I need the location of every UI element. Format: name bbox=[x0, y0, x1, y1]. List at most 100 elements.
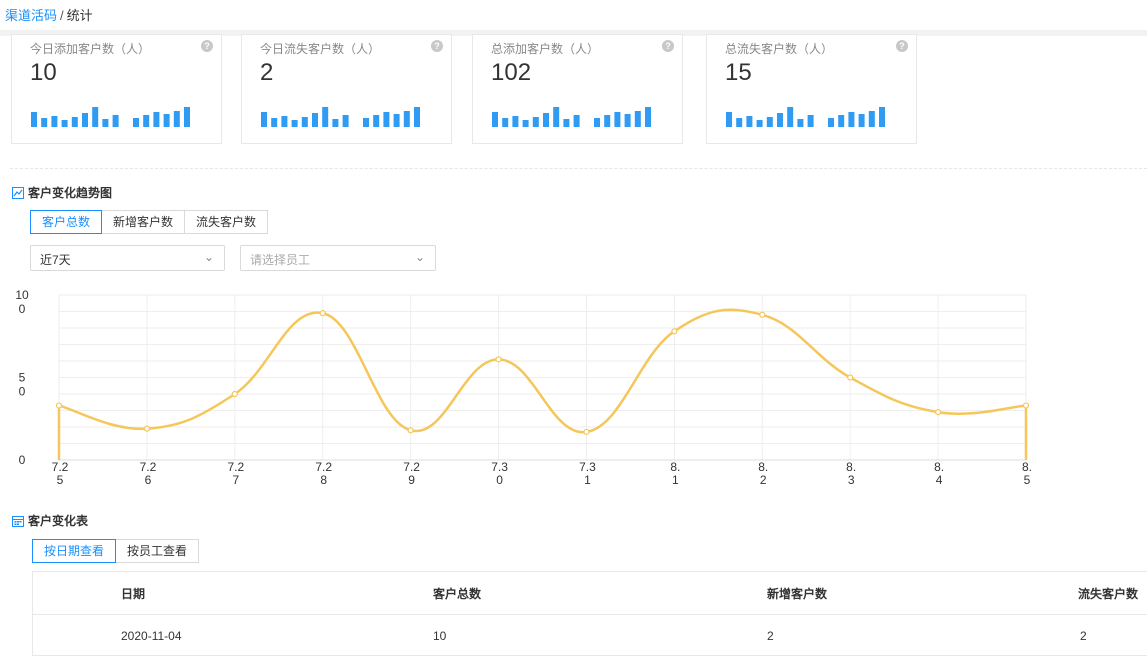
mini-bar bbox=[173, 111, 180, 127]
breadcrumb: 渠道活码 / 统计 bbox=[5, 5, 93, 24]
column-header-new: 新增客户数 bbox=[767, 587, 828, 601]
stat-card-label: 总流失客户数（人） bbox=[725, 42, 834, 56]
mini-bar bbox=[312, 113, 318, 127]
column-header-date: 日期 bbox=[121, 587, 146, 601]
data-point[interactable] bbox=[143, 425, 151, 432]
trend-title-text: 客户变化趋势图 bbox=[28, 186, 113, 200]
x-tick-label: 8. bbox=[846, 460, 856, 474]
breadcrumb-parent-link[interactable]: 渠道活码 bbox=[5, 8, 57, 23]
x-tick-label: 8 bbox=[320, 473, 327, 487]
trend-metric-tabs: 客户总数 新增客户数 流失客户数 bbox=[30, 210, 269, 234]
x-tick-label: 7.2 bbox=[52, 460, 69, 474]
mini-bar bbox=[322, 107, 329, 127]
mini-bar bbox=[383, 112, 390, 127]
staff-select-placeholder: 请选择员工 bbox=[250, 253, 311, 267]
column-header-lost: 流失客户数 bbox=[1078, 587, 1139, 601]
staff-select[interactable]: 请选择员工 ⌄ bbox=[240, 245, 436, 271]
mini-bar bbox=[92, 107, 99, 127]
breadcrumb-separator: / bbox=[60, 8, 64, 23]
data-point[interactable] bbox=[495, 356, 502, 363]
mini-bar-chart bbox=[726, 107, 885, 127]
data-point[interactable] bbox=[407, 427, 414, 434]
tab-lost-customers[interactable]: 流失客户数 bbox=[184, 210, 269, 234]
help-icon[interactable]: ? bbox=[431, 40, 443, 52]
x-tick-label: 8. bbox=[934, 460, 944, 474]
mini-bar bbox=[532, 117, 539, 127]
mini-bar bbox=[332, 119, 339, 127]
x-tick-label: 7.3 bbox=[579, 460, 596, 474]
mini-bar bbox=[634, 111, 641, 127]
mini-bar bbox=[543, 113, 549, 127]
mini-bar bbox=[746, 116, 753, 127]
mini-bar bbox=[51, 116, 58, 127]
x-tick-label: 7.2 bbox=[403, 460, 420, 474]
breadcrumb-current: 统计 bbox=[66, 8, 93, 23]
stat-card-value: 15 bbox=[725, 59, 752, 86]
mini-bar bbox=[807, 115, 814, 127]
mini-bar bbox=[787, 107, 794, 127]
data-point[interactable] bbox=[319, 310, 326, 317]
mini-bar bbox=[102, 119, 109, 127]
help-icon[interactable]: ? bbox=[201, 40, 213, 52]
mini-bar bbox=[553, 107, 560, 127]
mini-bar bbox=[756, 120, 763, 127]
mini-bar bbox=[858, 114, 865, 127]
mini-bar bbox=[604, 115, 611, 127]
stat-card-total-added: 总添加客户数（人） ? 102 bbox=[472, 34, 683, 144]
x-tick-label: 0 bbox=[496, 473, 503, 487]
stat-card-label: 今日添加客户数（人） bbox=[30, 42, 151, 56]
table-view-tabs: 按日期查看 按员工查看 bbox=[32, 539, 200, 563]
help-icon[interactable]: ? bbox=[662, 40, 674, 52]
line-chart-icon bbox=[12, 187, 24, 202]
chevron-down-icon: ⌄ bbox=[414, 250, 425, 264]
mini-bar-chart bbox=[261, 107, 420, 127]
date-range-select[interactable]: 近7天 ⌄ bbox=[30, 245, 225, 271]
data-point[interactable] bbox=[759, 311, 766, 318]
mini-bar bbox=[133, 118, 139, 127]
mini-bar bbox=[393, 114, 400, 127]
x-tick-label: 7 bbox=[232, 473, 239, 487]
mini-bar-chart bbox=[31, 107, 190, 127]
y-tick-label: 0 bbox=[19, 453, 26, 467]
mini-bar bbox=[614, 112, 621, 127]
mini-bar bbox=[414, 107, 420, 127]
tab-new-customers[interactable]: 新增客户数 bbox=[101, 210, 186, 234]
data-point[interactable] bbox=[583, 428, 590, 436]
mini-bar bbox=[492, 112, 498, 127]
mini-bar bbox=[363, 118, 369, 127]
table-row: 2020-11-04 10 2 2 bbox=[33, 615, 1147, 655]
mini-bar bbox=[777, 113, 783, 127]
mini-bar bbox=[502, 118, 509, 127]
y-tick-label: 10 bbox=[15, 288, 29, 302]
data-point[interactable] bbox=[934, 409, 942, 416]
mini-bar bbox=[143, 115, 150, 127]
x-tick-label: 3 bbox=[848, 473, 855, 487]
mini-bar bbox=[184, 107, 190, 127]
customer-change-table: 日期 客户总数 新增客户数 流失客户数 2020-11-04 10 2 2 bbox=[32, 571, 1147, 656]
tab-total-customers[interactable]: 客户总数 bbox=[30, 210, 103, 234]
mini-bar bbox=[41, 118, 48, 127]
mini-bar bbox=[512, 116, 519, 127]
help-icon[interactable]: ? bbox=[896, 40, 908, 52]
mini-bar bbox=[736, 118, 743, 127]
data-point[interactable] bbox=[231, 390, 238, 398]
data-point[interactable] bbox=[847, 374, 854, 381]
mini-bar bbox=[31, 112, 37, 127]
cell-lost: 2 bbox=[1080, 629, 1087, 643]
mini-bar bbox=[301, 117, 308, 127]
data-point[interactable] bbox=[1022, 402, 1030, 409]
tab-by-date[interactable]: 按日期查看 bbox=[32, 539, 117, 563]
mini-bar bbox=[879, 107, 885, 127]
mini-bar bbox=[624, 114, 631, 127]
table-title-text: 客户变化表 bbox=[28, 514, 89, 528]
mini-bar bbox=[828, 118, 834, 127]
y-tick-label: 0 bbox=[19, 302, 26, 316]
mini-bar bbox=[838, 115, 845, 127]
tab-by-staff[interactable]: 按员工查看 bbox=[115, 539, 200, 563]
mini-bar bbox=[153, 112, 160, 127]
mini-bar bbox=[403, 111, 410, 127]
data-point[interactable] bbox=[671, 328, 678, 335]
x-tick-label: 6 bbox=[145, 473, 152, 487]
mini-bar bbox=[281, 116, 288, 127]
data-point[interactable] bbox=[55, 402, 63, 409]
